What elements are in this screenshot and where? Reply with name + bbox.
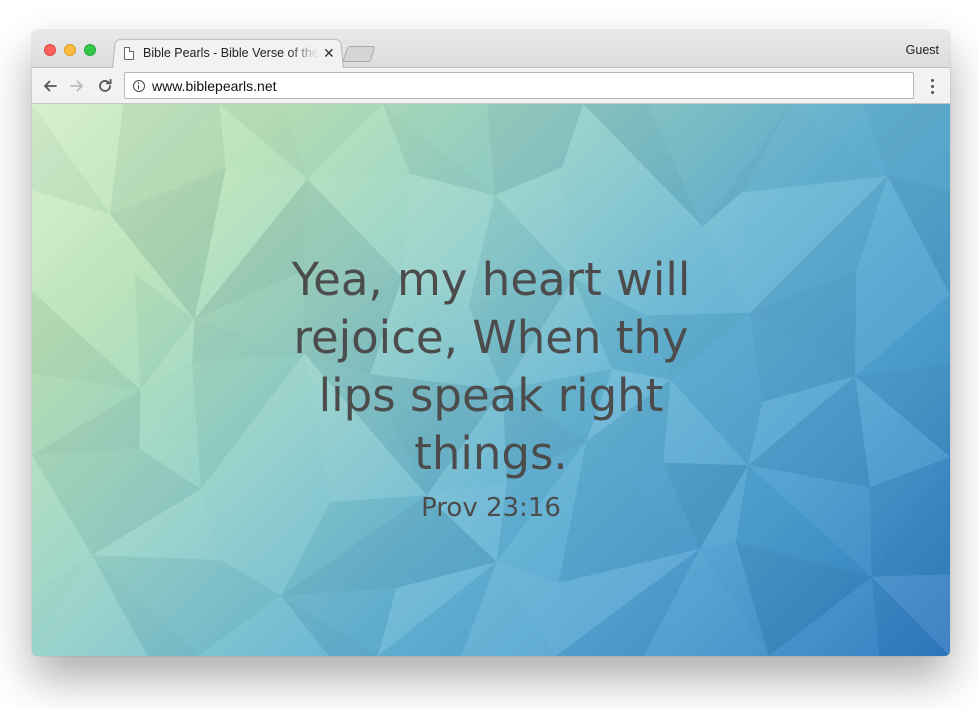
verse-container: Yea, my heart will rejoice, When thy lip… bbox=[32, 104, 950, 656]
menu-dot-icon bbox=[930, 84, 934, 88]
info-icon[interactable] bbox=[133, 79, 145, 92]
close-tab-icon[interactable]: ✕ bbox=[323, 46, 335, 60]
close-window-button[interactable] bbox=[44, 44, 56, 56]
verse-text: Yea, my heart will rejoice, When thy lip… bbox=[291, 253, 691, 480]
forward-arrow-icon bbox=[70, 80, 83, 92]
tab-bar: Bible Pearls - Bible Verse of the Day ✕ … bbox=[32, 30, 950, 69]
page-icon bbox=[124, 46, 134, 60]
url-text: www.biblepearls.net bbox=[152, 77, 277, 94]
menu-dot-icon bbox=[930, 78, 934, 82]
forward-button[interactable] bbox=[66, 75, 88, 97]
minimize-window-button[interactable] bbox=[64, 44, 76, 56]
maximize-window-button[interactable] bbox=[84, 44, 96, 56]
toolbar: www.biblepearls.net bbox=[32, 68, 950, 104]
browser-window: Bible Pearls - Bible Verse of the Day ✕ … bbox=[32, 30, 950, 656]
back-button[interactable] bbox=[39, 75, 61, 97]
tab-active-content: Bible Pearls - Bible Verse of the Day ✕ bbox=[122, 42, 337, 64]
reload-button[interactable] bbox=[94, 75, 116, 97]
back-arrow-icon bbox=[44, 80, 57, 92]
browser-menu-button[interactable] bbox=[923, 76, 941, 96]
profile-label[interactable]: Guest bbox=[906, 43, 939, 57]
menu-dot-icon bbox=[930, 90, 934, 94]
reload-icon bbox=[99, 78, 112, 92]
address-bar[interactable]: www.biblepearls.net bbox=[124, 72, 914, 99]
tab-title: Bible Pearls - Bible Verse of the Day bbox=[143, 46, 319, 60]
verse-reference: Prov 23:16 bbox=[421, 493, 561, 523]
page-viewport: Yea, my heart will rejoice, When thy lip… bbox=[32, 104, 950, 656]
new-tab-button[interactable] bbox=[342, 46, 376, 62]
